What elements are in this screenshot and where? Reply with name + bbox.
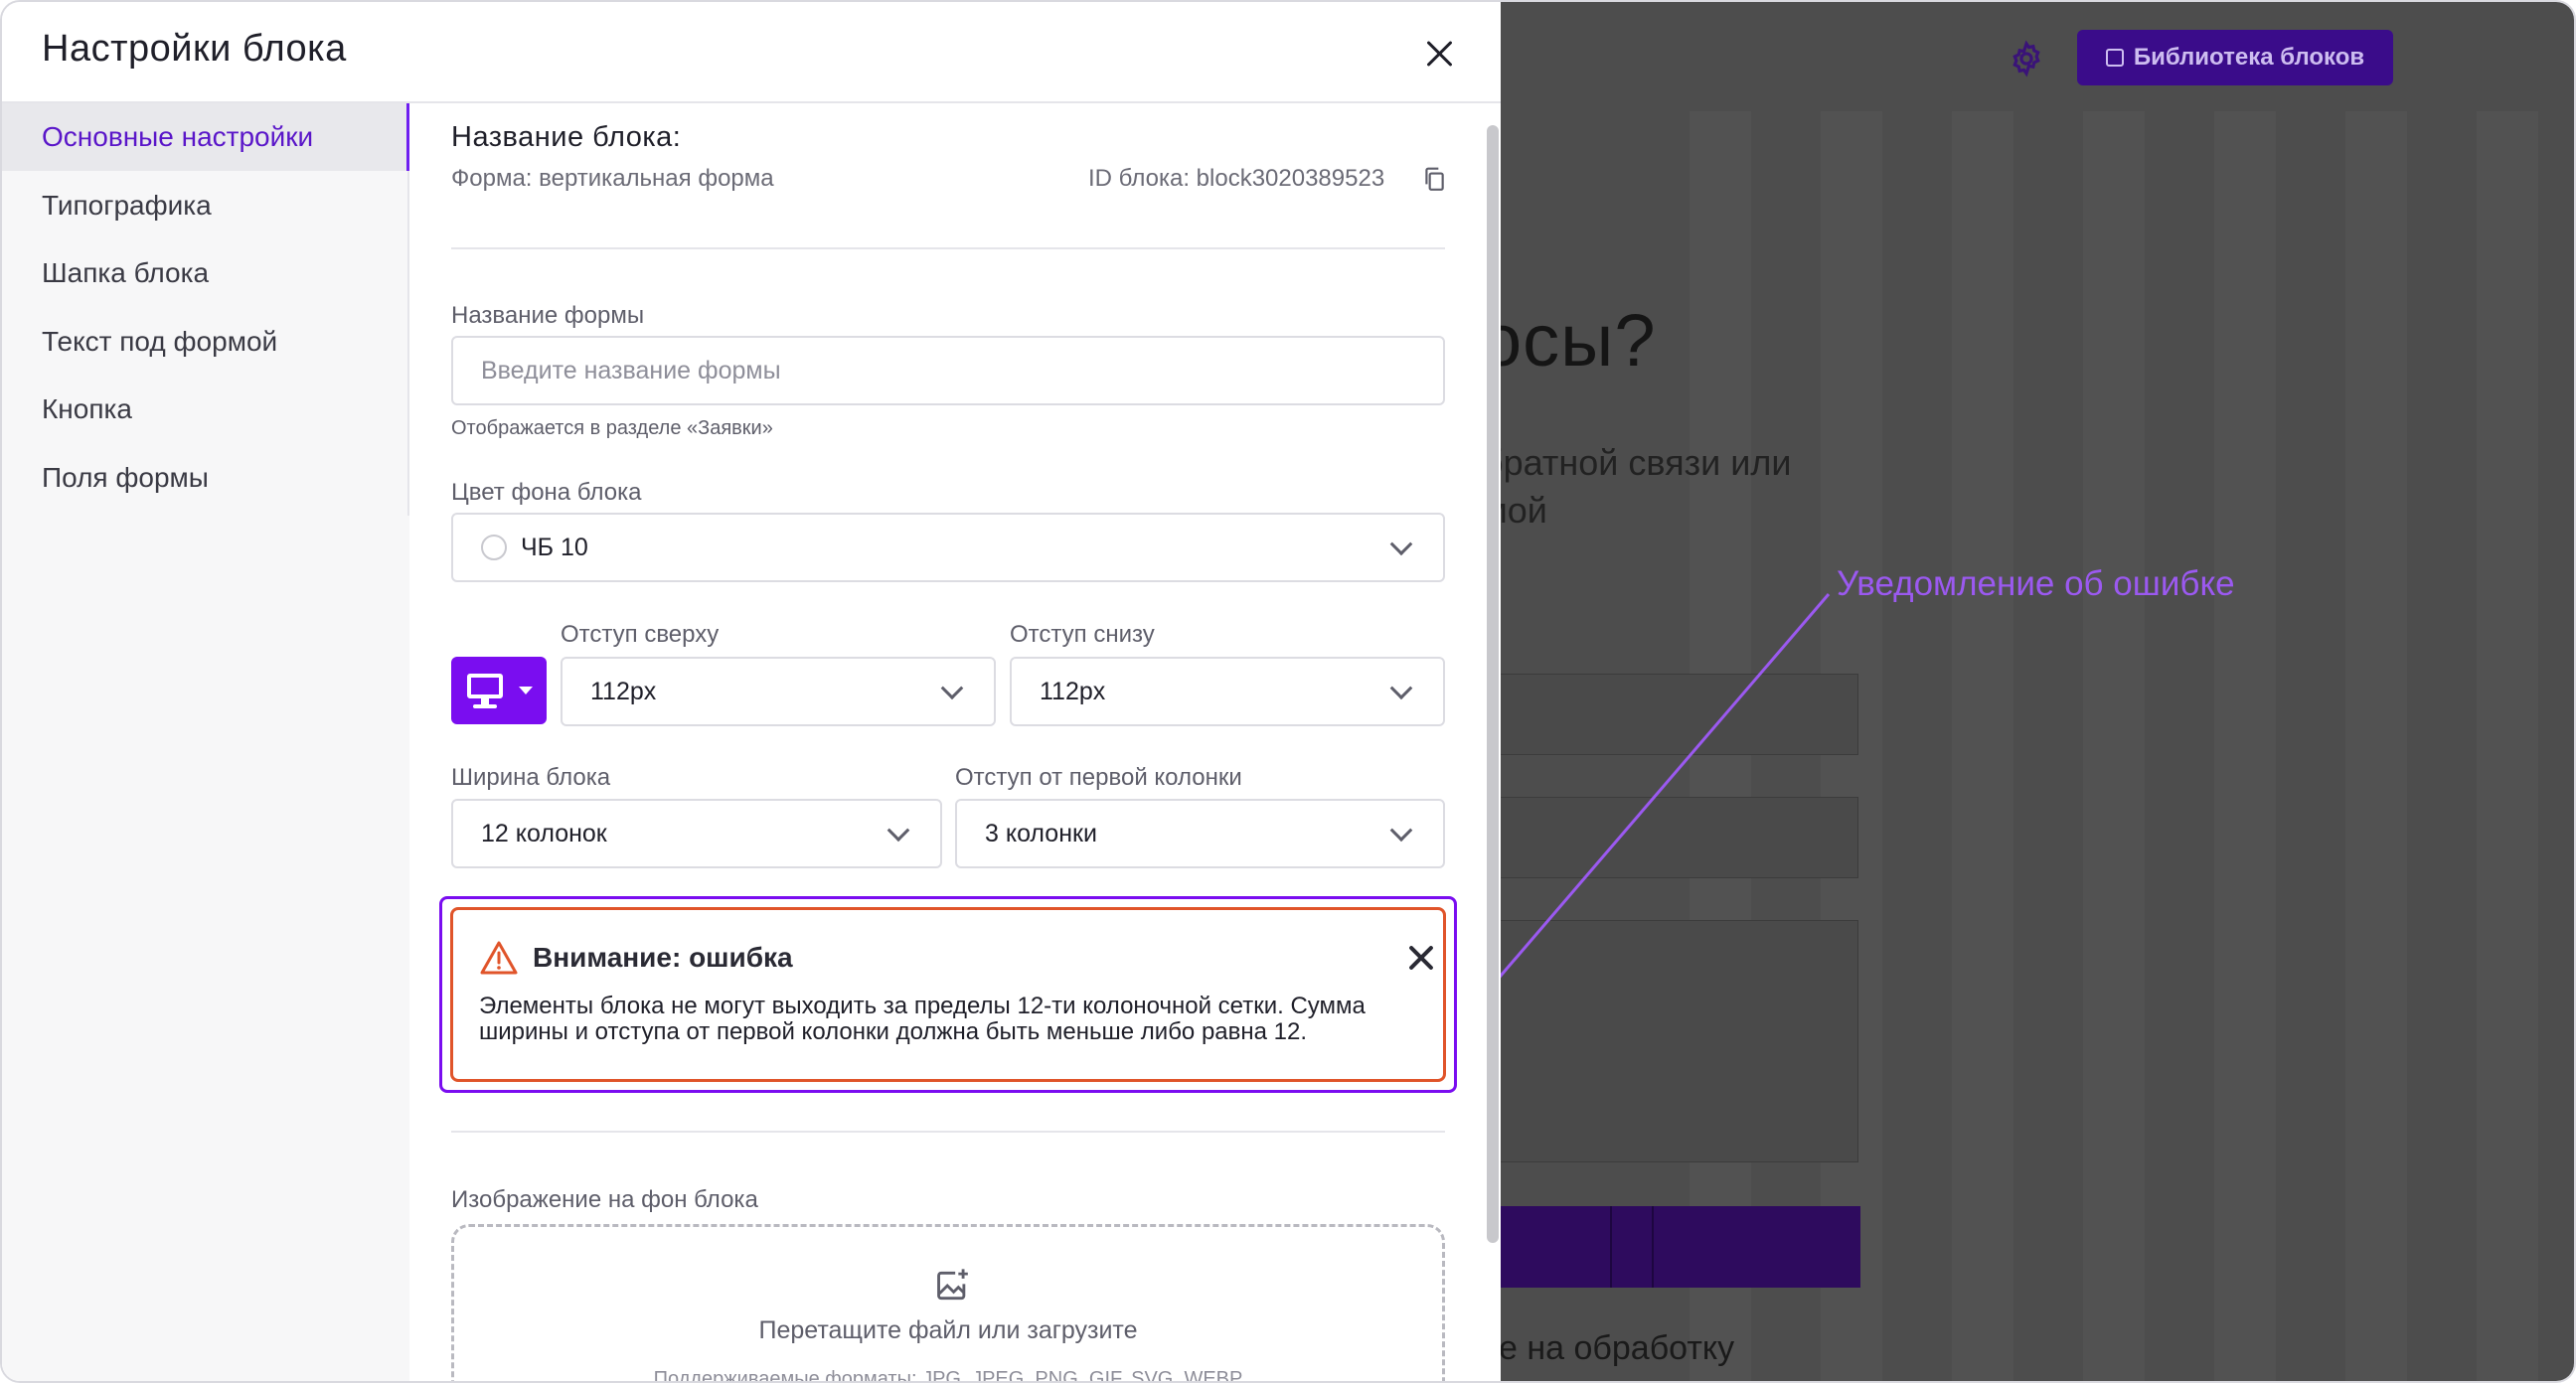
add-image-icon [937,1269,968,1301]
block-library-button[interactable]: Библиотека блоков [2077,30,2393,85]
sidebar-item-button[interactable]: Кнопка [2,376,409,443]
form-name-hint: Отображается в разделе «Заявки» [451,417,773,439]
error-alert-highlight: Внимание: ошибка Элементы блока не могут… [439,896,1457,1093]
grid-column [2214,111,2276,1381]
form-field-preview [1501,797,1858,878]
padding-top-select[interactable]: 112px [561,657,996,726]
form-type-text: Форма: вертикальная форма [451,165,774,192]
image-dropzone[interactable]: Перетащите файл или загрузите Поддержива… [451,1224,1445,1383]
close-icon[interactable] [1405,942,1437,974]
chevron-down-icon [940,677,964,700]
divider [451,1131,1445,1133]
gear-icon[interactable] [2008,40,2045,77]
desktop-icon [467,674,503,698]
device-switch-button[interactable] [451,657,547,724]
sidebar-item-block-header[interactable]: Шапка блока [2,239,409,307]
form-name-label: Название формы [451,302,645,329]
form-name-placeholder: Введите название формы [481,356,781,384]
bg-color-value: ЧБ 10 [521,533,588,561]
settings-content: Название блока: Форма: вертикальная форм… [409,103,1501,1383]
alert-title: Внимание: ошибка [533,942,793,973]
color-swatch [481,535,507,560]
chevron-down-icon [1389,677,1413,700]
page-subtitle-fragment: братной связи или мой [1501,439,2079,535]
page-footer-fragment: е на обработку [1501,1329,1735,1367]
sidebar-item-typography[interactable]: Типографика [2,172,409,239]
first-column-offset-select[interactable]: 3 колонки [955,799,1445,868]
grid-column [2345,111,2407,1381]
page-heading-fragment: осы? [1501,299,1657,382]
alert-message: Элементы блока не могут выходить за пред… [479,993,1366,1045]
subtitle-line: мой [1501,490,1547,531]
block-library-label: Библиотека блоков [2133,44,2365,71]
warning-icon [480,941,518,975]
padding-top-label: Отступ сверху [561,621,720,648]
submit-button-preview [1501,1206,1860,1288]
dropzone-text: Перетащите файл или загрузите [758,1316,1138,1344]
padding-bottom-value: 112px [1040,677,1106,705]
bg-image-label: Изображение на фон блока [451,1186,758,1213]
annotation-label: Уведомление об ошибке [1837,564,2235,603]
settings-sidebar: Основные настройки Типографика Шапка бло… [2,103,409,1381]
subtitle-line: братной связи или [1501,442,1792,483]
sidebar-item-main-settings[interactable]: Основные настройки [2,103,409,171]
close-icon[interactable] [1419,34,1459,74]
sidebar-item-form-fields[interactable]: Поля формы [2,444,409,512]
grid-column [2477,111,2538,1381]
padding-top-value: 112px [590,677,657,705]
padding-bottom-label: Отступ снизу [1010,621,1155,648]
form-name-input[interactable]: Введите название формы [451,336,1445,405]
chevron-down-icon [1389,819,1413,843]
divider [451,247,1445,249]
form-textarea-preview [1501,920,1858,1162]
padding-bottom-select[interactable]: 112px [1010,657,1445,726]
block-name-heading: Название блока: [451,121,682,153]
modal-header: Настройки блока [2,2,1501,103]
scrollbar[interactable] [1487,125,1499,1243]
block-settings-modal: Настройки блока Основные настройки Типог… [2,2,1501,1383]
block-width-label: Ширина блока [451,764,611,791]
sidebar-item-text-below-form[interactable]: Текст под формой [2,308,409,376]
chevron-down-icon [886,819,910,843]
first-column-offset-value: 3 колонки [985,819,1097,847]
image-icon [2105,49,2124,67]
modal-title: Настройки блока [42,28,347,70]
bg-color-label: Цвет фона блока [451,479,642,506]
background-page: Библиотека блоков осы? братной связи или… [1501,2,2574,1381]
copy-icon[interactable] [1421,165,1447,193]
block-id-text: ID блока: block3020389523 [1088,165,1385,192]
window: Библиотека блоков осы? братной связи или… [0,0,2576,1383]
block-width-select[interactable]: 12 колонок [451,799,942,868]
form-field-preview [1501,674,1858,755]
chevron-down-icon [1389,533,1413,556]
block-width-value: 12 колонок [481,819,607,847]
dropzone-formats: Поддерживаемые форматы: JPG, JPEG, PNG, … [653,1368,1243,1383]
bg-color-select[interactable]: ЧБ 10 [451,513,1445,582]
first-column-offset-label: Отступ от первой колонки [955,764,1242,791]
grid-column [2083,111,2145,1381]
caret-down-icon [519,687,533,694]
grid-column [1952,111,2013,1381]
error-alert: Внимание: ошибка Элементы блока не могут… [450,907,1446,1082]
